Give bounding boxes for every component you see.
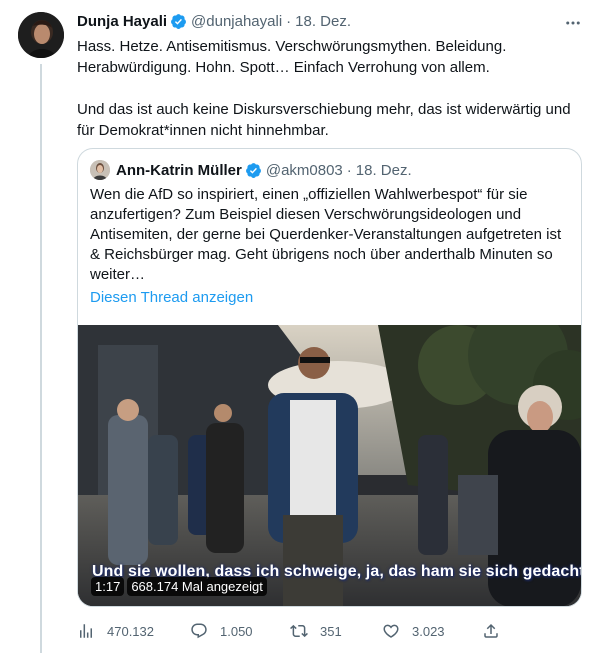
separator-dot: · (346, 161, 352, 179)
video-badges: 1:17 668.174 Mal angezeigt (91, 577, 267, 596)
avatar-image (18, 12, 64, 58)
tweet-actions: 470.132 1.050 351 3.023 (77, 622, 507, 642)
author-handle[interactable]: @dunjahayali (191, 13, 282, 30)
more-horizontal-icon (566, 21, 580, 25)
video-player[interactable]: Und sie wollen, dass ich schweige, ja, d… (78, 325, 581, 606)
show-thread-link[interactable]: Diesen Thread anzeigen (90, 289, 253, 306)
video-duration: 1:17 (91, 577, 125, 596)
thread-line (40, 64, 42, 653)
tweet-paragraph: Hass. Hetze. Antisemitismus. Verschwörun… (77, 38, 507, 76)
video-view-count: 668.174 Mal angezeigt (127, 577, 267, 596)
views-count: 470.132 (107, 623, 154, 639)
author-avatar[interactable] (18, 12, 64, 58)
quote-avatar-image (90, 160, 110, 180)
quote-author-handle[interactable]: @akm0803 (266, 162, 343, 179)
more-button[interactable] (558, 12, 588, 34)
heart-icon (383, 624, 399, 638)
like-count: 3.023 (412, 623, 445, 639)
tweet-paragraph: Und das ist auch keine Diskursverschiebu… (77, 101, 571, 139)
verified-badge-icon (171, 14, 186, 29)
verified-badge-icon (245, 162, 261, 178)
reply-count: 1.050 (220, 623, 253, 639)
tweet-header: Dunja Hayali @dunjahayali · 18. Dez. (77, 13, 351, 30)
share-button[interactable] (482, 622, 512, 640)
retweet-button[interactable]: 351 (290, 622, 342, 640)
retweet-icon (290, 624, 308, 638)
separator-dot: · (286, 13, 292, 30)
tweet-text: Hass. Hetze. Antisemitismus. Verschwörun… (77, 36, 582, 141)
retweet-count: 351 (320, 623, 342, 639)
quote-author-name[interactable]: Ann-Katrin Müller (116, 162, 242, 179)
analytics-icon (80, 624, 92, 638)
reply-icon (191, 623, 207, 639)
analytics-button[interactable]: 470.132 (77, 622, 154, 640)
quoted-tweet[interactable]: Ann-Katrin Müller @akm0803 · 18. Dez. We… (77, 148, 582, 607)
share-icon (484, 623, 498, 638)
quote-text: Wen die AfD so inspiriert, einen „offizi… (90, 186, 562, 283)
author-name[interactable]: Dunja Hayali (77, 13, 167, 30)
reply-button[interactable]: 1.050 (190, 622, 253, 640)
like-button[interactable]: 3.023 (382, 622, 445, 640)
quote-date[interactable]: 18. Dez. (356, 162, 412, 179)
quote-header: Ann-Katrin Müller @akm0803 · 18. Dez. (90, 160, 412, 180)
tweet-date[interactable]: 18. Dez. (295, 13, 351, 30)
quote-author-avatar (90, 160, 110, 180)
